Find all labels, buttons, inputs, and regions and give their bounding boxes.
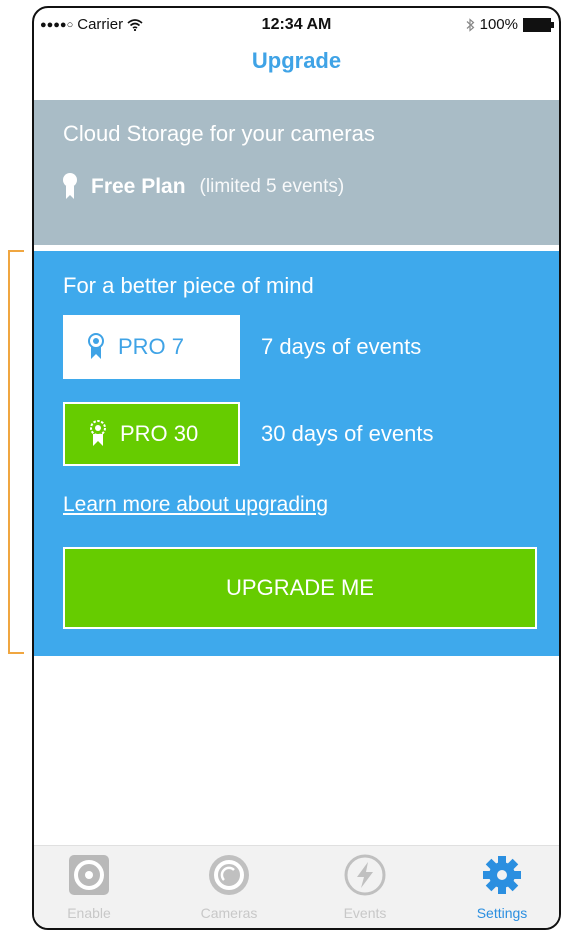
tab-events-label: Events [343,905,387,921]
gear-icon [483,856,521,894]
lightning-icon [344,854,386,896]
tab-cameras[interactable]: Cameras [174,854,284,921]
current-plan-row: Free Plan (limited 5 events) [63,172,344,202]
pro30-label: PRO 30 [120,421,199,446]
tab-enable[interactable]: Enable [34,854,144,921]
tab-settings[interactable]: Settings [447,854,557,921]
page-title: Upgrade [251,48,342,73]
tab-bar: Enable Cameras Events Settings [34,845,559,928]
cloud-storage-title: Cloud Storage for your cameras [63,121,375,146]
upgrade-me-button[interactable]: UPGRADE ME [63,547,537,629]
annotation-bracket [8,250,24,654]
battery-percent: 100% [479,16,518,33]
cloud-storage-section: Cloud Storage for your cameras Free Plan… [34,100,559,245]
battery-icon [523,17,554,32]
status-right: 100% [466,16,554,33]
current-plan-name: Free Plan [91,175,186,198]
phone-frame: ●●●●○ Carrier 12:34 AM 100% Upgrade Clou… [32,6,561,930]
ribbon-medal-icon [88,333,104,359]
pro30-button[interactable]: PRO 30 [63,402,240,466]
gear-medal-icon [90,420,106,446]
free-plan-pin-icon [63,173,77,199]
tab-enable-label: Enable [67,905,111,921]
pro30-option: PRO 30 30 days of events [63,401,433,467]
tab-cameras-label: Cameras [200,905,258,921]
bluetooth-icon [466,17,475,32]
camera-icon [209,855,249,895]
upgrade-section: For a better piece of mind PRO 7 7 days … [34,251,559,656]
pro30-description: 30 days of events [261,421,434,446]
tab-settings-label: Settings [476,905,528,921]
pro7-button[interactable]: PRO 7 [63,315,240,379]
learn-more-link[interactable]: Learn more about upgrading [63,493,328,517]
tab-events[interactable]: Events [310,854,420,921]
enable-icon [69,855,109,895]
upgrade-heading: For a better piece of mind [63,273,314,298]
status-bar: ●●●●○ Carrier 12:34 AM 100% [34,8,559,42]
current-plan-note: (limited 5 events) [199,176,345,197]
pro7-label: PRO 7 [118,334,185,359]
pro7-description: 7 days of events [261,334,422,359]
pro7-option: PRO 7 7 days of events [63,314,421,380]
